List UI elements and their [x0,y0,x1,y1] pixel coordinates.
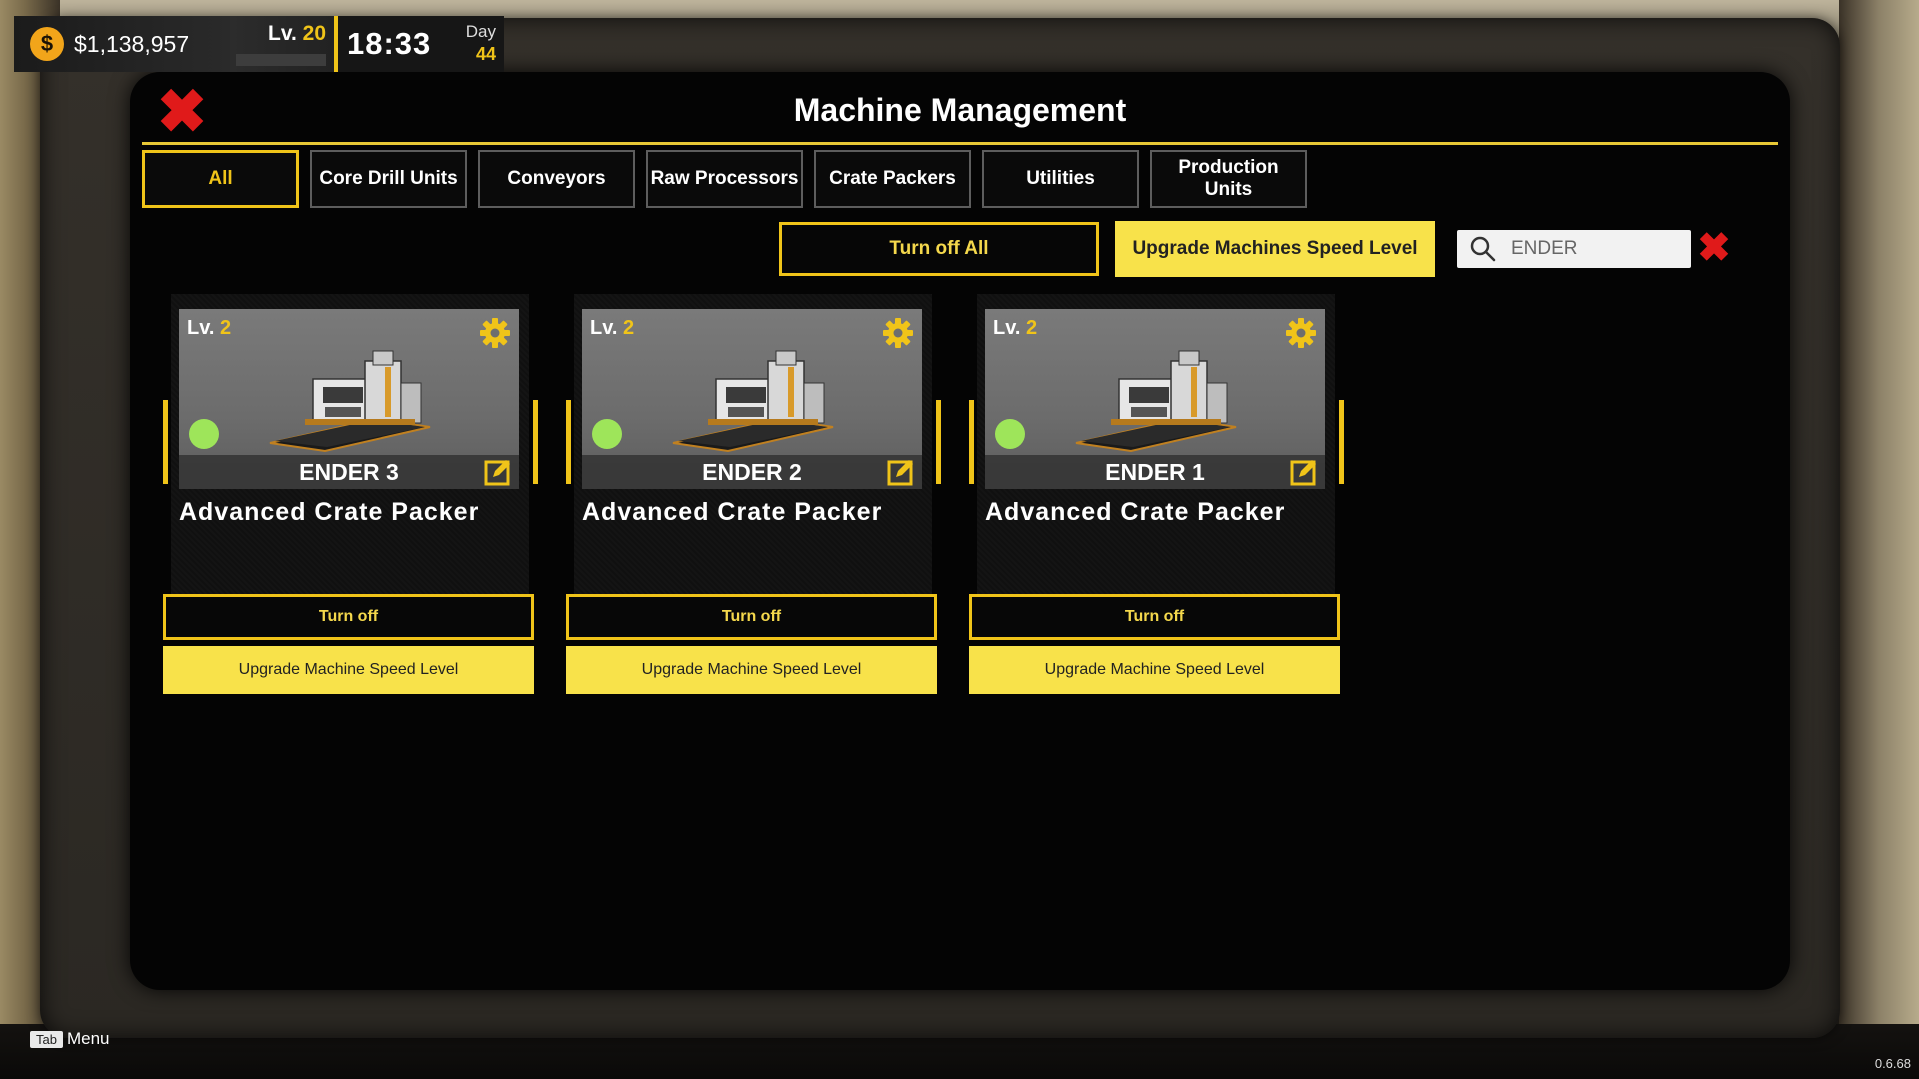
machine-card: Lv. 2 [566,294,941,694]
machine-name: ENDER 2 [702,459,802,485]
level-progress-bar [236,54,326,66]
edit-icon[interactable] [483,457,513,487]
machine-name: ENDER 1 [1105,459,1205,485]
upgrade-speed-button[interactable]: Upgrade Machine Speed Level [566,646,937,694]
close-icon[interactable]: ✖ [156,82,208,142]
machine-level-prefix: Lv. [590,317,618,339]
status-indicator [189,419,219,449]
machine-level: Lv. 2 [993,317,1037,340]
machine-type: Advanced Crate Packer [179,498,480,526]
machine-name: ENDER 3 [299,459,399,485]
machine-type: Advanced Crate Packer [582,498,883,526]
clear-search-icon[interactable]: ✖ [1696,228,1732,268]
tab-conveyors[interactable]: Conveyors [478,150,635,208]
card-accent-left [566,400,571,484]
search-input[interactable] [1509,237,1683,261]
machine-image: Lv. 2 [582,309,922,489]
turn-off-button[interactable]: Turn off [163,594,534,640]
card-accent-right [936,400,941,484]
card-accent-right [533,400,538,484]
tab-all[interactable]: All [142,150,299,208]
machine-level-value: 2 [219,317,232,339]
player-level: Lv. 20 [230,16,334,72]
crate-packer-illustration [672,350,834,453]
edit-icon[interactable] [886,457,916,487]
machine-level-prefix: Lv. [187,317,215,339]
machine-name-strip: ENDER 3 [179,455,519,489]
turn-off-button[interactable]: Turn off [566,594,937,640]
title-divider [142,142,1778,145]
level-label: Lv. 20 [268,22,326,46]
turn-off-all-button[interactable]: Turn off All [779,222,1099,276]
upgrade-speed-button[interactable]: Upgrade Machine Speed Level [969,646,1340,694]
search-box [1457,230,1691,268]
version-label: 0.6.68 [1874,1056,1911,1071]
tab-raw-processors[interactable]: Raw Processors [646,150,803,208]
machine-level-value: 2 [622,317,635,339]
machine-card: Lv. 2 [969,294,1344,694]
day-label: Day [465,22,496,41]
day-value: 44 [475,44,496,64]
page-title: Machine Management [793,92,1127,128]
money-display: $ $1,138,957 [14,16,230,72]
gear-icon[interactable] [882,317,914,349]
card-accent-left [163,400,168,484]
machine-card: Lv. 2 [163,294,538,694]
clock: 18:33 [347,26,432,61]
gear-icon[interactable] [479,317,511,349]
time-display: 18:33 Day 44 [338,16,504,72]
card-accent-right [1339,400,1344,484]
crate-packer-illustration [1075,350,1237,453]
machine-level: Lv. 2 [187,317,231,340]
upgrade-speed-button[interactable]: Upgrade Machine Speed Level [163,646,534,694]
menu-hint[interactable]: Tab Menu [30,1029,110,1049]
machine-level: Lv. 2 [590,317,634,340]
machine-name-strip: ENDER 1 [985,455,1325,489]
search-icon [1470,236,1496,262]
machine-name-strip: ENDER 2 [582,455,922,489]
tab-key-badge: Tab [30,1030,63,1048]
tab-core-drill-units[interactable]: Core Drill Units [310,150,467,208]
background-bezel-right [1839,0,1919,1040]
crate-packer-illustration [269,350,431,453]
menu-label: Menu [66,1029,110,1048]
level-value: 20 [302,22,326,45]
gear-icon[interactable] [1285,317,1317,349]
machine-level-value: 2 [1025,317,1038,339]
turn-off-button[interactable]: Turn off [969,594,1340,640]
machine-type: Advanced Crate Packer [985,498,1286,526]
edit-icon[interactable] [1289,457,1319,487]
status-indicator [995,419,1025,449]
level-prefix: Lv. [268,22,297,45]
machine-level-prefix: Lv. [993,317,1021,339]
upgrade-all-speed-button[interactable]: Upgrade Machines Speed Level [1115,221,1435,277]
card-accent-left [969,400,974,484]
money-value: $1,138,957 [74,30,190,57]
status-indicator [592,419,622,449]
tab-crate-packers[interactable]: Crate Packers [814,150,971,208]
machine-image: Lv. 2 [179,309,519,489]
coin-icon: $ [30,27,64,61]
tab-utilities[interactable]: Utilities [982,150,1139,208]
tab-production-units[interactable]: Production Units [1150,150,1307,208]
machine-image: Lv. 2 [985,309,1325,489]
